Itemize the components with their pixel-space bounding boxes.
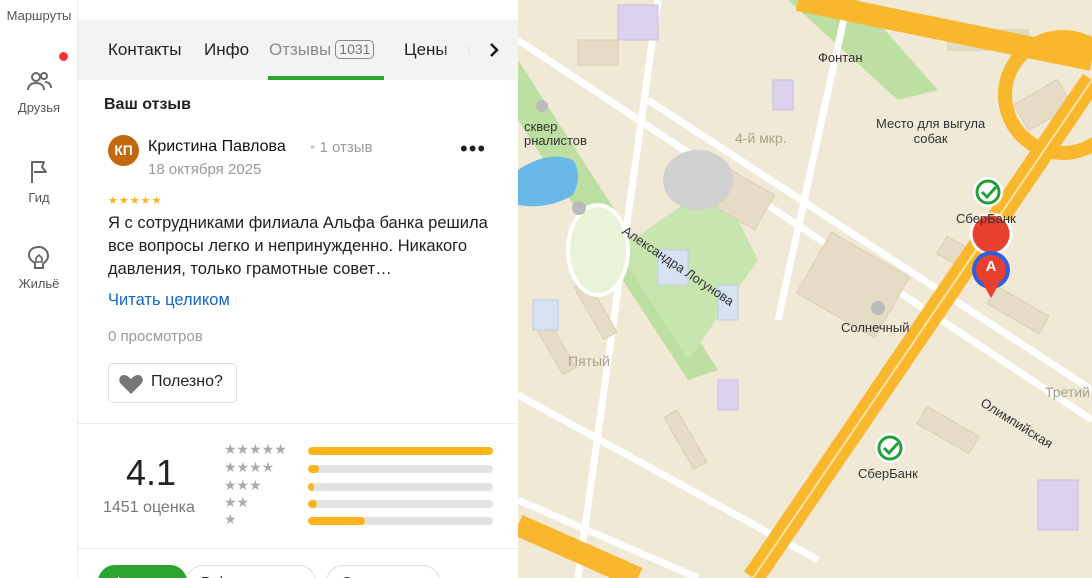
- map-label-dog-area: Место для выгула собак: [876, 116, 986, 146]
- map-label-sberbank: СберБанк: [956, 211, 1016, 226]
- tab-bar: Контакты Инфо Отзывы1031 Цены С: [78, 20, 518, 80]
- rail-guide-label: Гид: [28, 190, 50, 205]
- more-icon[interactable]: •••: [460, 138, 486, 160]
- rating-row-stars: ★★★★★: [224, 441, 287, 457]
- house-icon: [27, 245, 50, 269]
- notification-dot: [59, 52, 68, 61]
- rating-bar-track: [308, 483, 493, 491]
- filter-chip[interactable]: С: [326, 565, 440, 578]
- filter-chip[interactable]: Ф: [98, 565, 187, 578]
- rating-bar-track: [308, 447, 493, 455]
- helpful-label: Полезно?: [151, 373, 223, 390]
- tab-contacts[interactable]: Контакты: [108, 40, 181, 60]
- divider: [78, 548, 518, 549]
- section-title: Ваш отзыв: [104, 96, 191, 113]
- rail-routes-label: Маршруты: [6, 8, 72, 23]
- author-reviews-count: 1 отзыв: [319, 139, 373, 156]
- map-label-fifth: Пятый: [568, 353, 610, 369]
- rating-count: 1451 оценка: [103, 499, 195, 516]
- chevron-right-icon[interactable]: [488, 42, 500, 58]
- rating-score: 4.1: [126, 452, 177, 493]
- flag-icon: [31, 161, 47, 183]
- friends-icon: [27, 72, 52, 91]
- marker-letter: А: [985, 258, 997, 275]
- rating-bar-fill: [308, 447, 493, 455]
- author-meta: • 1 отзыв: [310, 139, 373, 156]
- heart-icon: [119, 375, 143, 394]
- rating-row-stars: ★★: [224, 494, 250, 510]
- divider: [78, 423, 518, 424]
- active-tab-indicator: [268, 76, 384, 80]
- rating-bar-track: [308, 465, 493, 473]
- sberbank-icon[interactable]: [875, 433, 905, 463]
- rail-friends[interactable]: Друзья: [0, 68, 78, 115]
- left-rail: Маршруты Друзья Гид Жильё: [0, 0, 78, 578]
- review-text: Я с сотрудниками филиала Альфа банка реш…: [108, 214, 488, 278]
- helpful-button[interactable]: Полезно?: [108, 363, 237, 403]
- avatar[interactable]: КП: [108, 135, 139, 166]
- rating-bar-track: [308, 500, 493, 508]
- map-view[interactable]: Фонтан Место для выгула собак сквер рнал…: [518, 0, 1092, 578]
- tab-fade: [438, 20, 488, 80]
- place-panel: Контакты Инфо Отзывы1031 Цены С Ваш отзы…: [78, 0, 518, 578]
- rating-bar-fill: [308, 500, 318, 508]
- rail-guide[interactable]: Гид: [0, 158, 78, 205]
- read-more-link[interactable]: Читать целиком: [108, 291, 230, 310]
- stadium: [663, 150, 733, 210]
- map-label-solnechny: Солнечный: [841, 320, 910, 335]
- tab-reviews-label: Отзывы: [269, 40, 332, 59]
- sberbank-icon[interactable]: [973, 177, 1003, 207]
- rating-row-stars: ★: [224, 511, 237, 527]
- map-label-block4: 4-й мкр.: [735, 130, 787, 146]
- tab-reviews[interactable]: Отзывы 1031: [269, 40, 375, 60]
- rail-housing-label: Жильё: [18, 276, 60, 291]
- review-date: 18 октября 2025: [148, 161, 262, 178]
- rail-friends-label: Друзья: [17, 100, 61, 115]
- reviews-count-badge: 1031: [335, 40, 375, 59]
- rating-bar-fill: [308, 517, 366, 525]
- rating-bar-fill: [308, 465, 320, 473]
- views-count: 0 просмотров: [108, 328, 203, 345]
- map-label-square: сквер рналистов: [524, 119, 587, 148]
- water-area: [518, 156, 578, 207]
- filter-chip[interactable]: В ф: [186, 565, 316, 578]
- rating-bar-fill: [308, 483, 314, 491]
- tab-info[interactable]: Инфо: [204, 40, 249, 60]
- rating-bar-track: [308, 517, 493, 525]
- map-label-third: Третий: [1045, 384, 1090, 400]
- map-label-fountain: Фонтан: [818, 50, 863, 65]
- rail-housing[interactable]: Жильё: [0, 244, 78, 291]
- rating-row-stars: ★★★★: [224, 459, 275, 475]
- sports-field: [566, 203, 630, 297]
- rail-routes[interactable]: Маршруты: [0, 0, 78, 23]
- app-root: Маршруты Друзья Гид Жильё Контакты Инфо …: [0, 0, 1092, 578]
- rating-row-stars: ★★★: [224, 477, 262, 493]
- route-icon: [0, 0, 78, 8]
- map-canvas[interactable]: [518, 0, 1092, 578]
- author-name[interactable]: Кристина Павлова: [148, 138, 286, 156]
- review-stars: ★★★★★: [108, 195, 163, 207]
- map-label-sberbank: СберБанк: [858, 466, 918, 481]
